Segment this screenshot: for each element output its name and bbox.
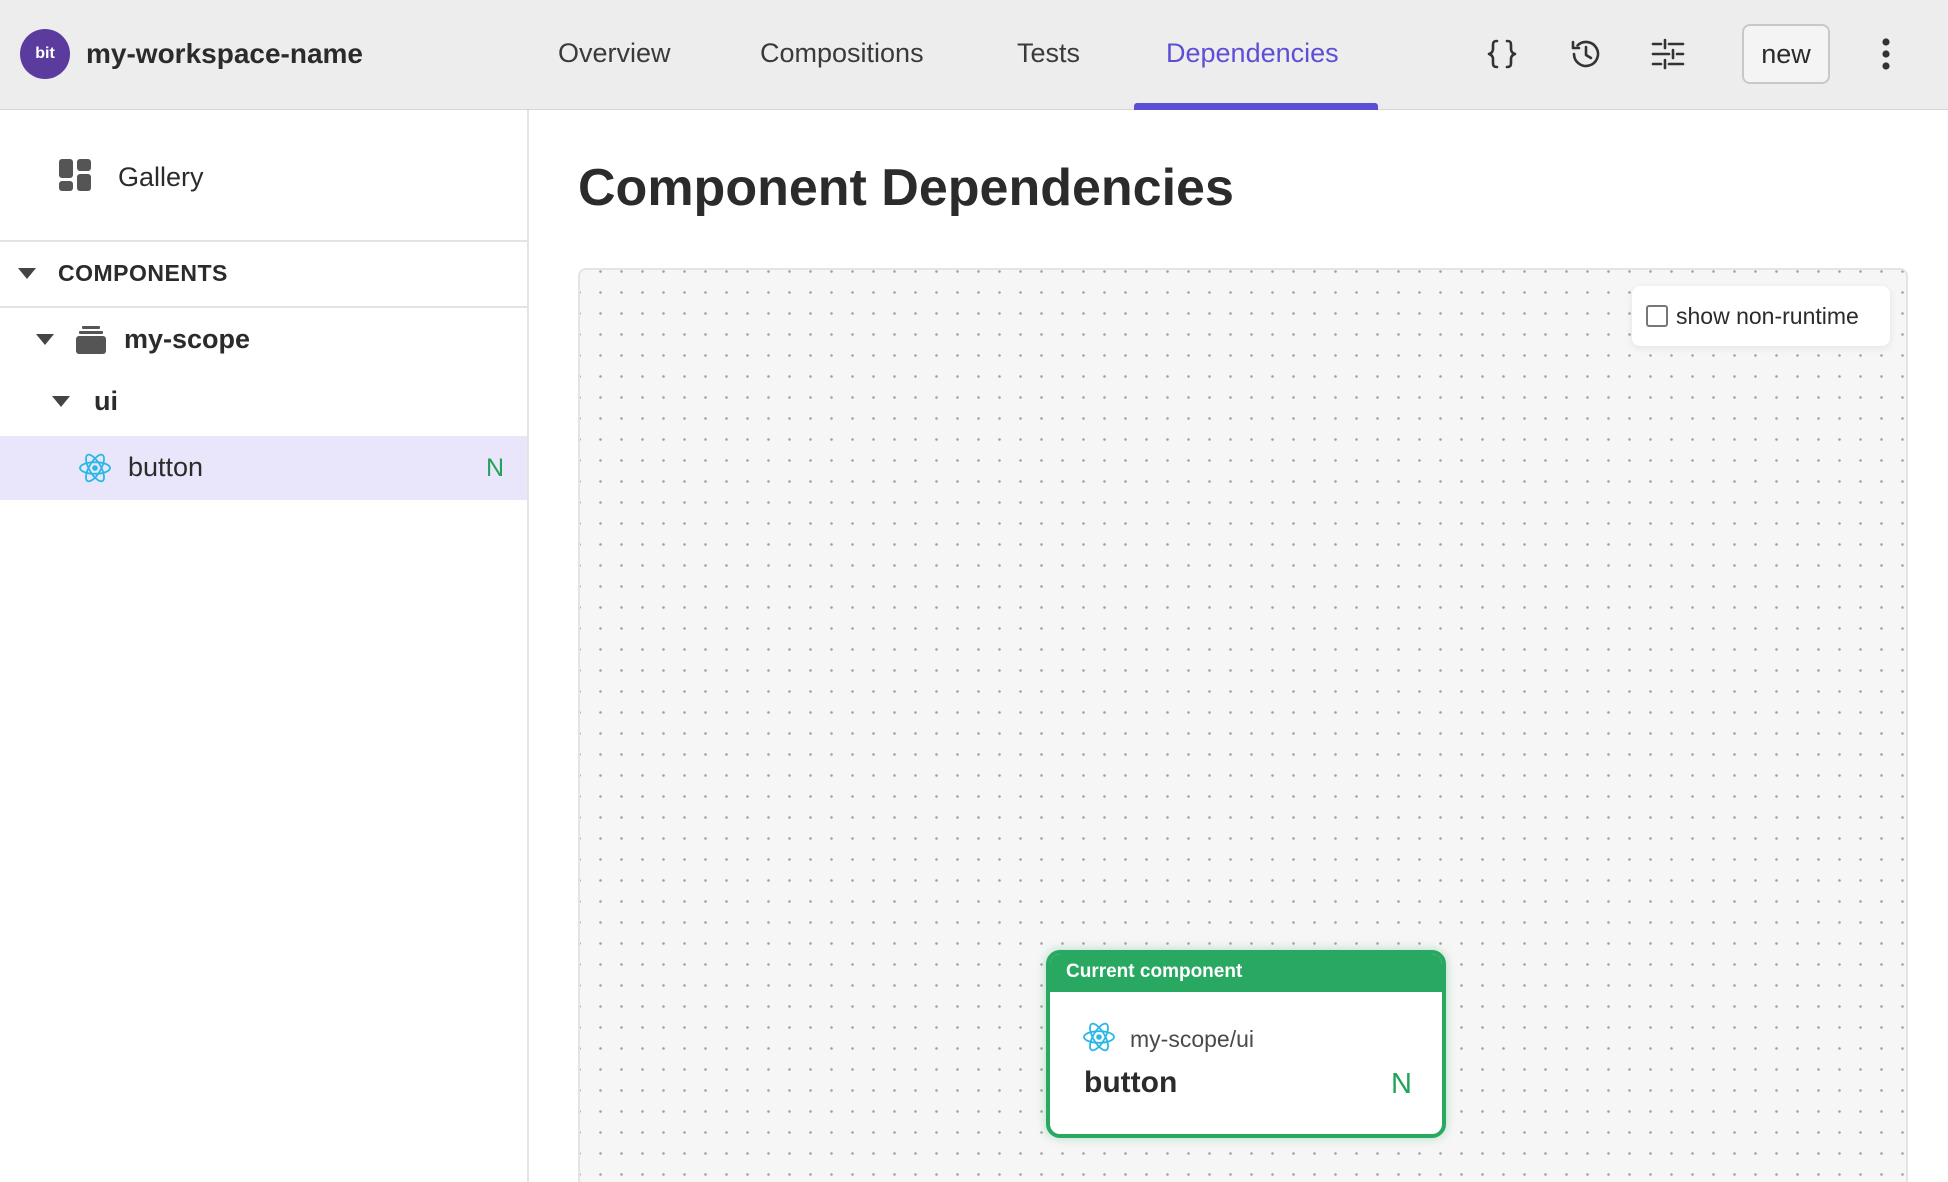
gallery-label: Gallery: [118, 162, 204, 192]
workspace-logo-text: bit: [35, 45, 55, 62]
show-non-runtime-label: show non-runtime: [1676, 302, 1859, 329]
component-label: button: [128, 452, 204, 482]
tree-item-button[interactable]: button N: [0, 436, 527, 500]
node-component-name: button: [1084, 1066, 1178, 1099]
top-bar: bit my-workspace-name Overview Compositi…: [0, 0, 1948, 110]
scope-icon: [76, 325, 106, 354]
current-component-node[interactable]: Current component my-scope/ui button N: [1046, 950, 1446, 1138]
show-non-runtime-toggle[interactable]: show non-runtime: [1632, 286, 1890, 346]
history-icon[interactable]: [1564, 32, 1608, 76]
node-scope: my-scope/ui: [1130, 1026, 1254, 1052]
node-header: Current component: [1050, 954, 1442, 992]
settings-sliders-icon[interactable]: [1646, 32, 1690, 76]
sidebar: Gallery COMPONENTS my-scope ui button N: [0, 110, 529, 1182]
code-braces-icon[interactable]: [1480, 32, 1524, 76]
tree-item-namespace[interactable]: ui: [52, 386, 118, 417]
dependency-graph-canvas[interactable]: show non-runtime Current component my-sc…: [578, 268, 1908, 1182]
chevron-down-icon: [36, 334, 54, 345]
components-section-toggle[interactable]: COMPONENTS: [18, 260, 228, 287]
gallery-icon: [58, 158, 92, 197]
chevron-down-icon: [52, 396, 70, 407]
node-status-badge: N: [1391, 1068, 1412, 1100]
namespace-label: ui: [94, 386, 118, 416]
workspace-name[interactable]: my-workspace-name: [86, 38, 363, 70]
workspace-logo[interactable]: bit: [20, 29, 70, 79]
tab-dependencies[interactable]: Dependencies: [1166, 38, 1339, 69]
tab-tests[interactable]: Tests: [1017, 38, 1080, 69]
new-button[interactable]: new: [1742, 24, 1830, 84]
divider: [0, 240, 529, 242]
react-icon: [1082, 1020, 1116, 1054]
chevron-down-icon: [18, 268, 36, 279]
scope-label: my-scope: [124, 324, 251, 354]
new-status-badge: N: [486, 454, 505, 482]
tab-compositions[interactable]: Compositions: [760, 38, 924, 69]
react-icon: [78, 451, 112, 485]
show-non-runtime-checkbox[interactable]: [1646, 305, 1668, 327]
tree-item-scope[interactable]: my-scope: [36, 324, 250, 355]
divider: [0, 306, 529, 308]
active-tab-indicator: [1134, 103, 1378, 110]
more-vertical-icon[interactable]: [1864, 32, 1908, 76]
sidebar-item-gallery[interactable]: Gallery: [58, 158, 204, 197]
tab-overview[interactable]: Overview: [558, 38, 671, 69]
components-section-label: COMPONENTS: [58, 260, 228, 286]
page-title: Component Dependencies: [578, 159, 1234, 217]
